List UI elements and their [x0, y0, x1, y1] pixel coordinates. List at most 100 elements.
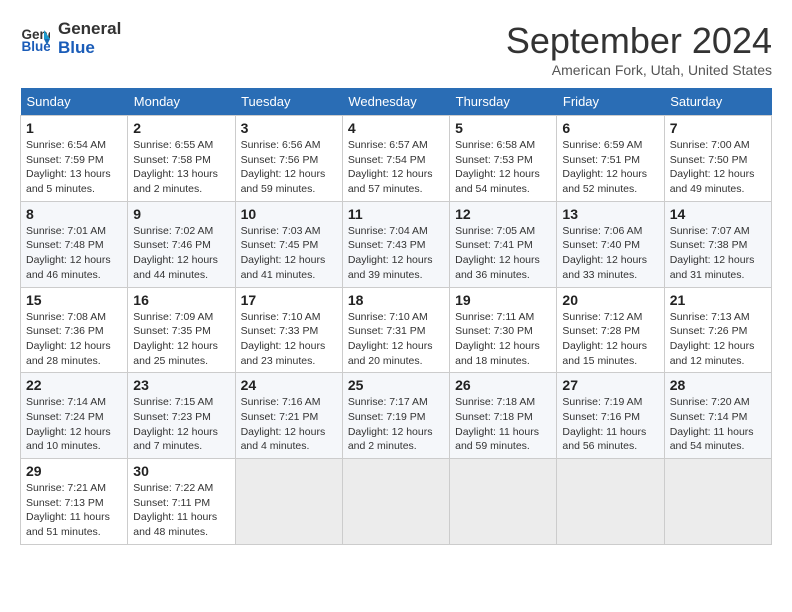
- day-info: Sunrise: 7:21 AMSunset: 7:13 PMDaylight:…: [26, 481, 122, 540]
- day-number: 20: [562, 292, 658, 308]
- calendar-cell: 11 Sunrise: 7:04 AMSunset: 7:43 PMDaylig…: [342, 201, 449, 287]
- calendar-cell: 20 Sunrise: 7:12 AMSunset: 7:28 PMDaylig…: [557, 287, 664, 373]
- day-info: Sunrise: 7:01 AMSunset: 7:48 PMDaylight:…: [26, 224, 122, 283]
- day-number: 1: [26, 120, 122, 136]
- week-row-3: 15 Sunrise: 7:08 AMSunset: 7:36 PMDaylig…: [21, 287, 772, 373]
- calendar-cell: 1 Sunrise: 6:54 AMSunset: 7:59 PMDayligh…: [21, 116, 128, 202]
- day-number: 13: [562, 206, 658, 222]
- day-info: Sunrise: 7:22 AMSunset: 7:11 PMDaylight:…: [133, 481, 229, 540]
- day-number: 4: [348, 120, 444, 136]
- page-header: General Blue General Blue September 2024…: [20, 20, 772, 78]
- day-info: Sunrise: 7:18 AMSunset: 7:18 PMDaylight:…: [455, 395, 551, 454]
- day-number: 26: [455, 377, 551, 393]
- day-info: Sunrise: 7:11 AMSunset: 7:30 PMDaylight:…: [455, 310, 551, 369]
- day-number: 19: [455, 292, 551, 308]
- day-info: Sunrise: 7:00 AMSunset: 7:50 PMDaylight:…: [670, 138, 766, 197]
- header-row: SundayMondayTuesdayWednesdayThursdayFrid…: [21, 88, 772, 116]
- calendar-cell: 6 Sunrise: 6:59 AMSunset: 7:51 PMDayligh…: [557, 116, 664, 202]
- day-number: 11: [348, 206, 444, 222]
- week-row-2: 8 Sunrise: 7:01 AMSunset: 7:48 PMDayligh…: [21, 201, 772, 287]
- header-tuesday: Tuesday: [235, 88, 342, 116]
- day-info: Sunrise: 6:59 AMSunset: 7:51 PMDaylight:…: [562, 138, 658, 197]
- header-sunday: Sunday: [21, 88, 128, 116]
- calendar-cell: 13 Sunrise: 7:06 AMSunset: 7:40 PMDaylig…: [557, 201, 664, 287]
- day-info: Sunrise: 7:13 AMSunset: 7:26 PMDaylight:…: [670, 310, 766, 369]
- day-number: 17: [241, 292, 337, 308]
- calendar-cell: [235, 459, 342, 545]
- calendar-cell: 15 Sunrise: 7:08 AMSunset: 7:36 PMDaylig…: [21, 287, 128, 373]
- day-number: 12: [455, 206, 551, 222]
- calendar-cell: 22 Sunrise: 7:14 AMSunset: 7:24 PMDaylig…: [21, 373, 128, 459]
- day-number: 7: [670, 120, 766, 136]
- day-number: 23: [133, 377, 229, 393]
- calendar-cell: 30 Sunrise: 7:22 AMSunset: 7:11 PMDaylig…: [128, 459, 235, 545]
- day-info: Sunrise: 7:02 AMSunset: 7:46 PMDaylight:…: [133, 224, 229, 283]
- day-number: 6: [562, 120, 658, 136]
- calendar-header: SundayMondayTuesdayWednesdayThursdayFrid…: [21, 88, 772, 116]
- day-info: Sunrise: 7:08 AMSunset: 7:36 PMDaylight:…: [26, 310, 122, 369]
- day-info: Sunrise: 7:16 AMSunset: 7:21 PMDaylight:…: [241, 395, 337, 454]
- calendar-cell: [450, 459, 557, 545]
- day-number: 24: [241, 377, 337, 393]
- day-info: Sunrise: 7:07 AMSunset: 7:38 PMDaylight:…: [670, 224, 766, 283]
- day-info: Sunrise: 7:10 AMSunset: 7:33 PMDaylight:…: [241, 310, 337, 369]
- calendar-cell: 23 Sunrise: 7:15 AMSunset: 7:23 PMDaylig…: [128, 373, 235, 459]
- day-info: Sunrise: 7:19 AMSunset: 7:16 PMDaylight:…: [562, 395, 658, 454]
- calendar-cell: 17 Sunrise: 7:10 AMSunset: 7:33 PMDaylig…: [235, 287, 342, 373]
- calendar-cell: [664, 459, 771, 545]
- calendar-cell: 25 Sunrise: 7:17 AMSunset: 7:19 PMDaylig…: [342, 373, 449, 459]
- title-section: September 2024 American Fork, Utah, Unit…: [506, 20, 772, 78]
- month-title: September 2024: [506, 20, 772, 62]
- day-info: Sunrise: 7:03 AMSunset: 7:45 PMDaylight:…: [241, 224, 337, 283]
- calendar-cell: 14 Sunrise: 7:07 AMSunset: 7:38 PMDaylig…: [664, 201, 771, 287]
- day-number: 28: [670, 377, 766, 393]
- day-number: 22: [26, 377, 122, 393]
- day-info: Sunrise: 7:14 AMSunset: 7:24 PMDaylight:…: [26, 395, 122, 454]
- day-number: 30: [133, 463, 229, 479]
- day-number: 8: [26, 206, 122, 222]
- day-info: Sunrise: 7:06 AMSunset: 7:40 PMDaylight:…: [562, 224, 658, 283]
- day-info: Sunrise: 7:17 AMSunset: 7:19 PMDaylight:…: [348, 395, 444, 454]
- day-info: Sunrise: 7:04 AMSunset: 7:43 PMDaylight:…: [348, 224, 444, 283]
- calendar-cell: 5 Sunrise: 6:58 AMSunset: 7:53 PMDayligh…: [450, 116, 557, 202]
- logo-blue: Blue: [58, 39, 121, 58]
- calendar-cell: 26 Sunrise: 7:18 AMSunset: 7:18 PMDaylig…: [450, 373, 557, 459]
- day-info: Sunrise: 7:20 AMSunset: 7:14 PMDaylight:…: [670, 395, 766, 454]
- calendar-cell: 28 Sunrise: 7:20 AMSunset: 7:14 PMDaylig…: [664, 373, 771, 459]
- calendar-cell: 16 Sunrise: 7:09 AMSunset: 7:35 PMDaylig…: [128, 287, 235, 373]
- logo: General Blue General Blue: [20, 20, 121, 57]
- day-info: Sunrise: 7:09 AMSunset: 7:35 PMDaylight:…: [133, 310, 229, 369]
- calendar-cell: 19 Sunrise: 7:11 AMSunset: 7:30 PMDaylig…: [450, 287, 557, 373]
- week-row-4: 22 Sunrise: 7:14 AMSunset: 7:24 PMDaylig…: [21, 373, 772, 459]
- header-wednesday: Wednesday: [342, 88, 449, 116]
- calendar-cell: 2 Sunrise: 6:55 AMSunset: 7:58 PMDayligh…: [128, 116, 235, 202]
- week-row-1: 1 Sunrise: 6:54 AMSunset: 7:59 PMDayligh…: [21, 116, 772, 202]
- day-number: 29: [26, 463, 122, 479]
- day-number: 9: [133, 206, 229, 222]
- day-info: Sunrise: 6:56 AMSunset: 7:56 PMDaylight:…: [241, 138, 337, 197]
- calendar-cell: 27 Sunrise: 7:19 AMSunset: 7:16 PMDaylig…: [557, 373, 664, 459]
- day-info: Sunrise: 6:57 AMSunset: 7:54 PMDaylight:…: [348, 138, 444, 197]
- day-number: 25: [348, 377, 444, 393]
- calendar-cell: 9 Sunrise: 7:02 AMSunset: 7:46 PMDayligh…: [128, 201, 235, 287]
- day-number: 2: [133, 120, 229, 136]
- day-info: Sunrise: 6:54 AMSunset: 7:59 PMDaylight:…: [26, 138, 122, 197]
- calendar-cell: 10 Sunrise: 7:03 AMSunset: 7:45 PMDaylig…: [235, 201, 342, 287]
- day-info: Sunrise: 6:58 AMSunset: 7:53 PMDaylight:…: [455, 138, 551, 197]
- day-number: 15: [26, 292, 122, 308]
- day-info: Sunrise: 7:10 AMSunset: 7:31 PMDaylight:…: [348, 310, 444, 369]
- calendar-cell: 7 Sunrise: 7:00 AMSunset: 7:50 PMDayligh…: [664, 116, 771, 202]
- day-info: Sunrise: 7:12 AMSunset: 7:28 PMDaylight:…: [562, 310, 658, 369]
- logo-icon: General Blue: [20, 24, 50, 54]
- header-thursday: Thursday: [450, 88, 557, 116]
- calendar-cell: 12 Sunrise: 7:05 AMSunset: 7:41 PMDaylig…: [450, 201, 557, 287]
- header-friday: Friday: [557, 88, 664, 116]
- calendar-cell: 21 Sunrise: 7:13 AMSunset: 7:26 PMDaylig…: [664, 287, 771, 373]
- day-number: 10: [241, 206, 337, 222]
- header-saturday: Saturday: [664, 88, 771, 116]
- day-info: Sunrise: 7:15 AMSunset: 7:23 PMDaylight:…: [133, 395, 229, 454]
- week-row-5: 29 Sunrise: 7:21 AMSunset: 7:13 PMDaylig…: [21, 459, 772, 545]
- calendar-cell: [557, 459, 664, 545]
- calendar-cell: 8 Sunrise: 7:01 AMSunset: 7:48 PMDayligh…: [21, 201, 128, 287]
- day-number: 16: [133, 292, 229, 308]
